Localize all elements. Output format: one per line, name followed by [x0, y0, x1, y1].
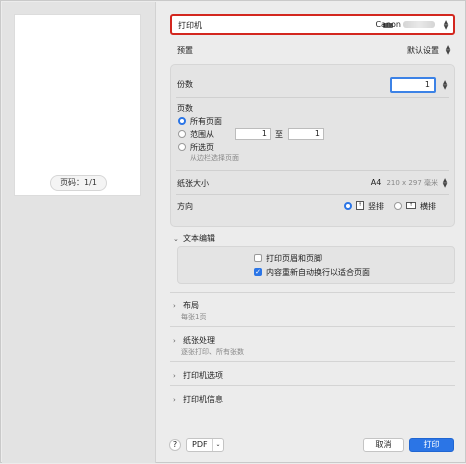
- paper-size-value: A4: [370, 178, 382, 187]
- portrait-label: 竖排: [368, 202, 384, 211]
- paper-handling-summary: 逐张打印、所有张数: [181, 348, 244, 356]
- chevron-down-icon: ⌄: [173, 235, 179, 243]
- pdf-label: PDF: [192, 440, 208, 449]
- text-edit-label: 文本编辑: [183, 234, 215, 243]
- header-footer-checkbox[interactable]: [254, 254, 262, 262]
- all-pages-label: 所有页面: [190, 117, 222, 126]
- radio-all-pages[interactable]: [178, 117, 186, 125]
- section-paper-handling[interactable]: › 纸张处理: [173, 335, 215, 346]
- divider: [170, 385, 455, 386]
- printer-name: Canon: [375, 20, 435, 29]
- copies-label: 份数: [177, 80, 193, 89]
- print-button[interactable]: 打印: [409, 438, 454, 452]
- cancel-button[interactable]: 取消: [363, 438, 404, 452]
- divider: [170, 326, 455, 327]
- printer-options-label: 打印机选项: [183, 371, 223, 380]
- rewrap-label: 内容重新自动换行以适合页面: [266, 268, 370, 277]
- range-to-input[interactable]: 1: [288, 128, 324, 140]
- section-layout[interactable]: › 布局: [173, 300, 199, 311]
- chevron-right-icon: ›: [173, 396, 176, 404]
- page-preview: [14, 14, 141, 196]
- landscape-label: 横排: [420, 202, 436, 211]
- paper-size-label: 纸张大小: [177, 179, 209, 188]
- chevron-right-icon: ›: [173, 337, 176, 345]
- preset-value: 默认设置: [407, 46, 439, 55]
- updown-chevron-icon: ▲ ▼: [445, 44, 451, 56]
- selected-pages-label: 所选页: [190, 143, 214, 152]
- section-text-edit[interactable]: ⌄ 文本编辑: [173, 233, 215, 244]
- radio-portrait[interactable]: [344, 202, 352, 210]
- divider: [170, 292, 455, 293]
- pdf-menu-button[interactable]: PDF ⌄: [186, 438, 224, 452]
- preset-selector[interactable]: 预置 默认设置 ▲ ▼: [170, 41, 455, 60]
- copies-stepper[interactable]: ▲ ▼: [441, 80, 449, 91]
- section-printer-info[interactable]: › 打印机信息: [173, 394, 223, 405]
- radio-landscape[interactable]: [394, 202, 402, 210]
- help-button[interactable]: ?: [169, 439, 181, 451]
- text-edit-options: 打印页眉和页脚 ✓ 内容重新自动换行以适合页面: [177, 246, 455, 284]
- printer-label: 打印机: [178, 21, 202, 30]
- rewrap-checkbox[interactable]: ✓: [254, 268, 262, 276]
- preset-label: 预置: [177, 46, 193, 55]
- orientation-label: 方向: [177, 202, 193, 211]
- divider: [176, 97, 449, 98]
- layout-summary: 每张1页: [181, 313, 207, 321]
- divider: [176, 194, 449, 195]
- portrait-icon: ↑: [356, 201, 364, 210]
- radio-selected-pages[interactable]: [178, 143, 186, 151]
- pages-label: 页数: [177, 104, 193, 113]
- paper-handling-label: 纸张处理: [183, 336, 215, 345]
- landscape-icon: ↑: [406, 202, 416, 209]
- updown-chevron-icon: ▲ ▼: [443, 19, 449, 31]
- preview-pane: 页码：1/1: [2, 2, 156, 463]
- page-indicator: 页码：1/1: [50, 175, 107, 191]
- chevron-down-icon: ⌄: [212, 439, 223, 451]
- radio-page-range[interactable]: [178, 130, 186, 138]
- bottom-bar: ? PDF ⌄ 取消 打印: [157, 431, 466, 461]
- divider: [176, 170, 449, 171]
- selected-pages-hint: 从边栏选择页面: [190, 154, 239, 162]
- section-printer-options[interactable]: › 打印机选项: [173, 370, 223, 381]
- printer-selector[interactable]: 打印机 Canon ▲ ▼: [170, 14, 455, 35]
- chevron-right-icon: ›: [173, 372, 176, 380]
- main-settings-group: 份数 1 ▲ ▼ 页数 所有页面 范围从 1 至 1 所选页 从边栏选择页面 纸张…: [170, 64, 455, 227]
- paper-size-selector[interactable]: A4 210 x 297 毫米: [371, 178, 438, 188]
- print-dialog: 页码：1/1 打印机 Canon ▲ ▼ 预置 默认设置 ▲ ▼ 份数 1 ▲ ▼ 页…: [0, 0, 466, 463]
- range-to-label: 至: [275, 130, 283, 139]
- layout-label: 布局: [183, 301, 199, 310]
- printer-info-label: 打印机信息: [183, 395, 223, 404]
- redacted-printer-model: [403, 21, 435, 28]
- settings-pane: 打印机 Canon ▲ ▼ 预置 默认设置 ▲ ▼ 份数 1 ▲ ▼ 页数 所有页面 …: [157, 1, 466, 464]
- chevron-right-icon: ›: [173, 302, 176, 310]
- range-from-input[interactable]: 1: [235, 128, 271, 140]
- divider: [170, 361, 455, 362]
- page-range-label: 范围从: [190, 130, 214, 139]
- updown-chevron-icon: ▲ ▼: [442, 177, 448, 189]
- header-footer-label: 打印页眉和页脚: [266, 254, 322, 263]
- copies-input[interactable]: 1: [390, 77, 436, 93]
- paper-size-dimensions: 210 x 297 毫米: [386, 179, 438, 187]
